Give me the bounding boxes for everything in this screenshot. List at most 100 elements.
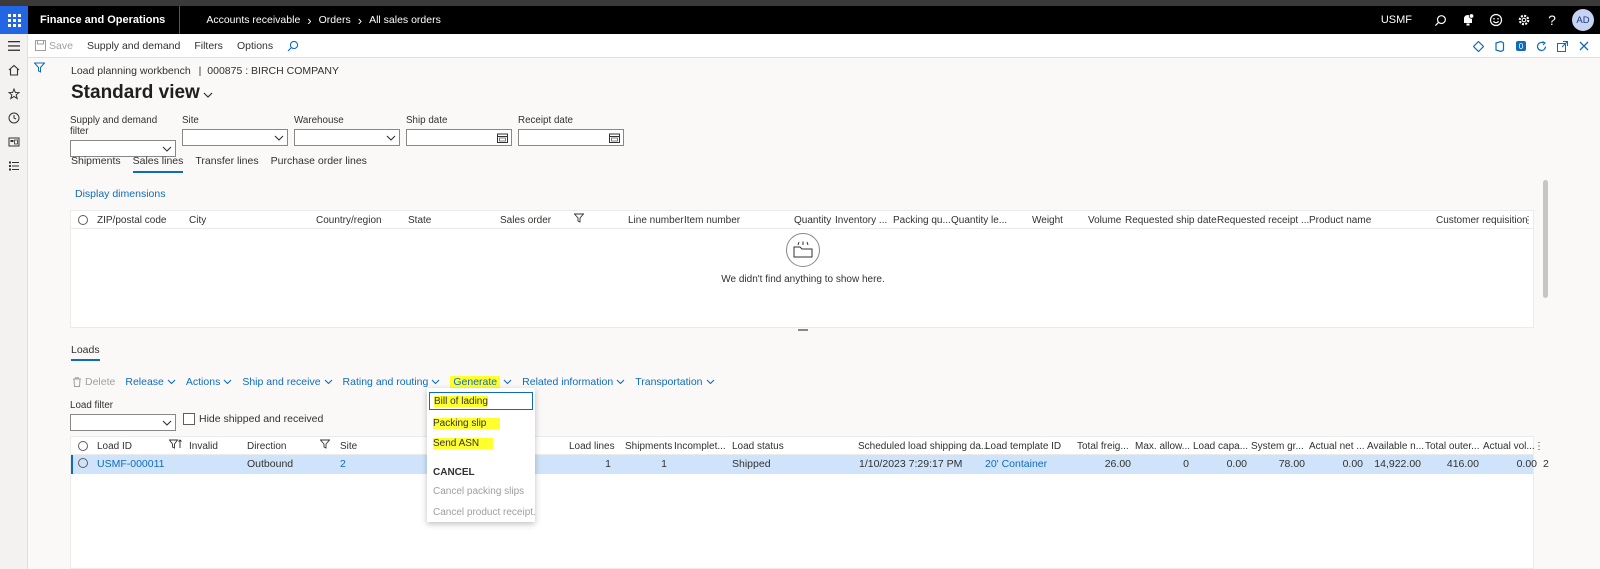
column-more-icon[interactable]: ⋮ [1534,441,1544,452]
menu-item-cancel-product-receipt[interactable]: Cancel product receipt. [433,507,536,518]
load-filter-dropdown[interactable] [70,414,176,431]
load-id-link[interactable]: USMF-000011 [97,458,165,470]
filter-pane-funnel-icon[interactable] [33,62,46,76]
calendar-icon[interactable] [609,133,620,143]
tab-sales-lines[interactable]: Sales lines [132,155,184,173]
office-icon[interactable] [1489,34,1510,58]
save-button[interactable]: Save [28,34,80,58]
col-state[interactable]: State [408,215,431,226]
tab-shipments[interactable]: Shipments [71,155,121,173]
col-inventory[interactable]: Inventory ... [835,215,887,226]
calendar-icon[interactable] [497,133,508,143]
vertical-scrollbar[interactable] [1543,180,1548,298]
col-weight[interactable]: Weight [1032,215,1063,226]
col-customer-requisition[interactable]: Customer requisition [1436,215,1528,226]
col-line-number[interactable]: Line number [628,215,684,226]
col-total-freight[interactable]: Total freig... [1077,441,1129,452]
row-select-radio[interactable] [78,458,88,471]
checkbox-box[interactable] [183,413,195,425]
column-more-icon[interactable]: ⋮ [1523,215,1533,226]
display-dimensions-button[interactable]: Display dimensions [75,188,165,200]
col-city[interactable]: City [189,215,206,226]
pane-splitter-handle[interactable] [798,329,808,331]
tab-purchase-order-lines[interactable]: Purchase order lines [271,155,367,173]
actions-menu-button[interactable]: Actions [186,376,232,388]
power-apps-icon[interactable] [1468,34,1489,58]
load-template-link[interactable]: 20' Container [985,458,1047,470]
supply-and-demand-button[interactable]: Supply and demand [80,34,187,58]
breadcrumb-all-sales-orders[interactable]: All sales orders [369,14,441,26]
col-country-region[interactable]: Country/region [316,215,382,226]
transportation-menu-button[interactable]: Transportation [635,376,714,388]
ship-date-input[interactable] [406,129,512,146]
recent-clock-icon[interactable] [0,106,28,130]
select-all-loads-radio[interactable] [78,441,88,454]
col-sales-order[interactable]: Sales order [500,215,551,226]
release-menu-button[interactable]: Release [125,376,176,388]
filters-button[interactable]: Filters [187,34,230,58]
column-filter-icon[interactable] [319,439,331,452]
menu-item-bill-of-lading[interactable]: Bill of lading [429,392,533,410]
col-volume[interactable]: Volume [1088,215,1121,226]
col-max-allowed[interactable]: Max. allow... [1135,441,1190,452]
col-zip[interactable]: ZIP/postal code [97,215,166,226]
refresh-icon[interactable] [1531,34,1552,58]
col-quantity[interactable]: Quantity [794,215,831,226]
col-quantity-left[interactable]: Quantity le... [951,215,1007,226]
app-name[interactable]: Finance and Operations [28,6,181,34]
generate-menu-button[interactable]: Generate [450,376,512,388]
site-dropdown[interactable] [182,129,288,146]
attachments-badge-icon[interactable]: 0 [1510,34,1531,58]
col-site[interactable]: Site [340,441,357,452]
view-selector[interactable]: Standard view [71,82,213,104]
user-avatar[interactable]: AD [1572,9,1594,31]
column-filter-icon[interactable] [573,213,585,226]
col-shipments[interactable]: Shipments [625,441,672,452]
warehouse-dropdown[interactable] [294,129,400,146]
col-incomplete[interactable]: Incomplet... [674,441,726,452]
action-search-icon[interactable] [280,34,306,58]
col-actual-net[interactable]: Actual net ... [1309,441,1365,452]
open-new-window-icon[interactable] [1552,34,1573,58]
workspaces-icon[interactable] [0,130,28,154]
app-launcher-waffle-icon[interactable] [0,6,28,34]
col-load-capacity[interactable]: Load capa... [1193,441,1248,452]
rating-and-routing-menu-button[interactable]: Rating and routing [343,376,441,388]
col-scheduled-ship-date[interactable]: Scheduled load shipping da... [858,441,989,452]
col-system-gross[interactable]: System gr... [1251,441,1304,452]
tab-transfer-lines[interactable]: Transfer lines [195,155,258,173]
select-all-radio[interactable] [78,215,88,228]
site-link[interactable]: 2 [340,458,346,470]
modules-list-icon[interactable] [0,154,28,178]
col-actual-volume[interactable]: Actual vol... [1483,441,1535,452]
company-picker[interactable]: USMF [1381,14,1412,26]
col-total-outer[interactable]: Total outer... [1425,441,1479,452]
favorites-star-icon[interactable] [0,82,28,106]
help-question-icon[interactable]: ? [1538,6,1566,34]
hamburger-menu-icon[interactable] [0,34,28,58]
search-icon[interactable] [1426,6,1454,34]
notifications-bell-icon[interactable] [1454,6,1482,34]
col-load-template-id[interactable]: Load template ID [985,441,1061,452]
menu-item-cancel-packing-slips[interactable]: Cancel packing slips [433,486,524,497]
settings-gear-icon[interactable] [1510,6,1538,34]
column-filter-sort-icon[interactable] [168,439,182,452]
col-product-name[interactable]: Product name [1309,215,1371,226]
ship-and-receive-menu-button[interactable]: Ship and receive [242,376,332,388]
col-packing-quantity[interactable]: Packing qu... [893,215,951,226]
receipt-date-input[interactable] [518,129,624,146]
col-load-id[interactable]: Load ID [97,441,132,452]
col-load-lines[interactable]: Load lines [569,441,615,452]
col-requested-ship-date[interactable]: Requested ship date [1125,215,1217,226]
col-invalid[interactable]: Invalid [189,441,218,452]
col-requested-receipt-date[interactable]: Requested receipt ... [1217,215,1309,226]
col-item-number[interactable]: Item number [684,215,740,226]
home-icon[interactable] [0,58,28,82]
hide-shipped-checkbox[interactable]: Hide shipped and received [183,413,323,425]
menu-item-packing-slip[interactable]: Packing slip [433,418,501,429]
col-direction[interactable]: Direction [247,441,286,452]
options-button[interactable]: Options [230,34,280,58]
breadcrumb-orders[interactable]: Orders [319,14,351,26]
menu-item-send-asn[interactable]: Send ASN [433,438,494,449]
related-information-menu-button[interactable]: Related information [522,376,625,388]
